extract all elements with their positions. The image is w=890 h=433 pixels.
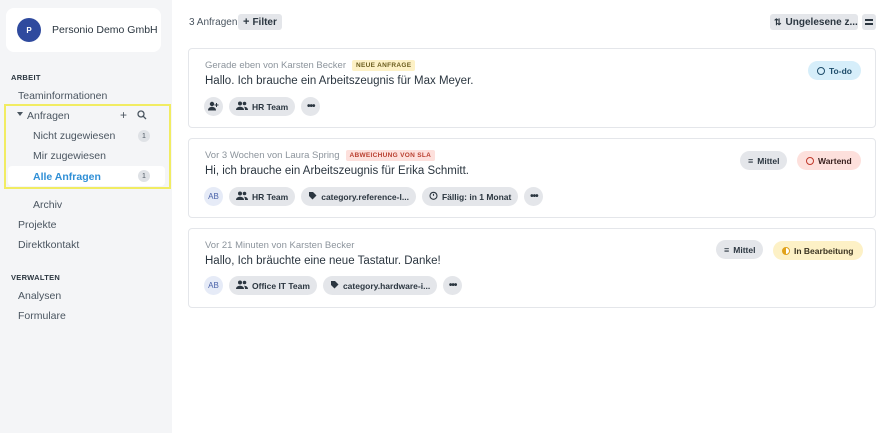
- search-icon[interactable]: [137, 110, 147, 123]
- team-chip[interactable]: HR Team: [229, 187, 296, 206]
- tag-icon: [308, 191, 317, 202]
- team-icon: [236, 280, 248, 291]
- category-chip[interactable]: category.hardware-i...: [322, 276, 438, 295]
- category-chip[interactable]: category.reference-l...: [301, 187, 416, 206]
- more-icon: •••: [448, 280, 457, 291]
- status-badge-todo[interactable]: To-do: [808, 61, 861, 80]
- request-count: 3 Anfragen: [189, 17, 238, 28]
- sidebar-item-all-requests[interactable]: Alle Anfragen: [33, 171, 101, 183]
- company-logo: P: [17, 18, 41, 42]
- sidebar-item-assigned-to-me[interactable]: Mir zugewiesen: [33, 150, 106, 162]
- team-chip[interactable]: HR Team: [229, 97, 296, 116]
- request-chips: HR Team •••: [204, 97, 321, 116]
- more-icon: •••: [530, 191, 538, 202]
- section-label-work: ARBEIT: [11, 73, 41, 82]
- sort-icon: ⇅: [774, 16, 782, 27]
- request-meta-text: Gerade eben von Karsten Becker: [205, 60, 347, 71]
- sidebar-item-team-info[interactable]: Teaminformationen: [18, 90, 107, 102]
- sidebar-item-archive[interactable]: Archiv: [33, 199, 62, 211]
- sort-label: Ungelesene z...: [785, 16, 858, 28]
- filter-button[interactable]: + Filter: [238, 14, 282, 30]
- due-date-chip[interactable]: Fällig: in 1 Monat: [421, 187, 519, 206]
- request-meta: Vor 3 Wochen von Laura Spring ABWEICHUNG…: [205, 150, 436, 161]
- add-person-icon: [208, 101, 219, 113]
- request-card[interactable]: Vor 3 Wochen von Laura Spring ABWEICHUNG…: [188, 138, 876, 218]
- request-card[interactable]: Vor 21 Minuten von Karsten Becker Hallo,…: [188, 228, 876, 308]
- sidebar-item-unassigned[interactable]: Nicht zugewiesen: [33, 130, 115, 142]
- tag-icon: [330, 280, 339, 291]
- team-chip-label: Office IT Team: [252, 280, 310, 291]
- status-label: To-do: [829, 65, 852, 76]
- request-meta-text: Vor 3 Wochen von Laura Spring: [205, 150, 340, 161]
- priority-label: Mittel: [733, 244, 756, 255]
- request-meta: Vor 21 Minuten von Karsten Becker: [205, 240, 354, 251]
- sidebar-item-analytics[interactable]: Analysen: [18, 290, 61, 302]
- sort-button[interactable]: ⇅ Ungelesene z...: [770, 14, 858, 30]
- priority-badge[interactable]: ≡ Mittel: [716, 240, 764, 259]
- plus-icon: +: [243, 16, 250, 28]
- unassigned-count-badge: 1: [138, 130, 150, 142]
- company-switcher[interactable]: P Personio Demo GmbH: [6, 8, 161, 52]
- caret-down-icon[interactable]: [17, 112, 23, 116]
- sidebar: P Personio Demo GmbH ARBEIT Teaminformat…: [0, 0, 172, 433]
- sidebar-item-requests[interactable]: Anfragen: [27, 110, 70, 122]
- new-request-tag: NEUE ANFRAGE: [352, 60, 416, 71]
- filter-label: Filter: [252, 16, 277, 28]
- status-badge-in-progress[interactable]: In Bearbeitung: [773, 241, 863, 260]
- request-chips: AB HR Team category.reference-l... Fälli…: [204, 187, 544, 206]
- add-icon[interactable]: +: [120, 109, 127, 121]
- assign-user-button[interactable]: [204, 97, 223, 116]
- section-label-manage: VERWALTEN: [11, 273, 61, 282]
- more-icon: •••: [306, 101, 315, 112]
- assignee-avatar[interactable]: AB: [204, 276, 223, 295]
- view-toggle-button[interactable]: [862, 14, 876, 30]
- in-progress-icon: [782, 246, 790, 255]
- todo-circle-icon: [817, 66, 825, 75]
- more-options-button[interactable]: •••: [301, 97, 321, 116]
- main-content: 3 Anfragen + Filter ⇅ Ungelesene z... Ge…: [172, 0, 890, 433]
- sidebar-item-forms[interactable]: Formulare: [18, 310, 66, 322]
- team-chip-label: HR Team: [252, 191, 289, 202]
- priority-medium-icon: ≡: [724, 244, 730, 255]
- request-meta-text: Vor 21 Minuten von Karsten Becker: [205, 240, 355, 251]
- assignee-avatar[interactable]: AB: [204, 187, 223, 206]
- sla-breach-tag: ABWEICHUNG VON SLA: [345, 150, 436, 161]
- sidebar-item-direct-contact[interactable]: Direktkontakt: [18, 239, 79, 251]
- timer-icon: [429, 191, 438, 202]
- team-icon: [236, 101, 248, 112]
- request-meta: Gerade eben von Karsten Becker NEUE ANFR…: [205, 60, 416, 71]
- all-requests-count-badge: 1: [138, 170, 150, 182]
- priority-label: Mittel: [757, 155, 780, 166]
- sidebar-item-projects[interactable]: Projekte: [18, 219, 57, 231]
- request-title: Hi, ich brauche ein Arbeitszeugnis für E…: [205, 165, 469, 177]
- priority-medium-icon: ≡: [748, 155, 754, 166]
- request-title: Hallo, Ich bräuchte eine neue Tastatur. …: [205, 255, 441, 267]
- category-chip-label: category.hardware-i...: [342, 280, 431, 291]
- request-card[interactable]: Gerade eben von Karsten Becker NEUE ANFR…: [188, 48, 876, 128]
- team-icon: [236, 191, 248, 202]
- priority-badge[interactable]: ≡ Mittel: [740, 151, 788, 170]
- status-badge-waiting[interactable]: Wartend: [797, 151, 861, 170]
- category-chip-label: category.reference-l...: [321, 191, 409, 202]
- due-date-label: Fällig: in 1 Monat: [441, 191, 512, 202]
- team-chip-label: HR Team: [252, 101, 289, 112]
- company-name: Personio Demo GmbH: [52, 24, 158, 36]
- request-title: Hallo. Ich brauche ein Arbeitszeugnis fü…: [205, 75, 474, 87]
- team-chip[interactable]: Office IT Team: [229, 276, 317, 295]
- request-chips: AB Office IT Team category.hardware-i...…: [204, 276, 463, 295]
- status-label: Wartend: [818, 155, 852, 166]
- more-options-button[interactable]: •••: [524, 187, 544, 206]
- more-options-button[interactable]: •••: [443, 276, 463, 295]
- status-label: In Bearbeitung: [794, 245, 854, 256]
- waiting-icon: [806, 156, 814, 165]
